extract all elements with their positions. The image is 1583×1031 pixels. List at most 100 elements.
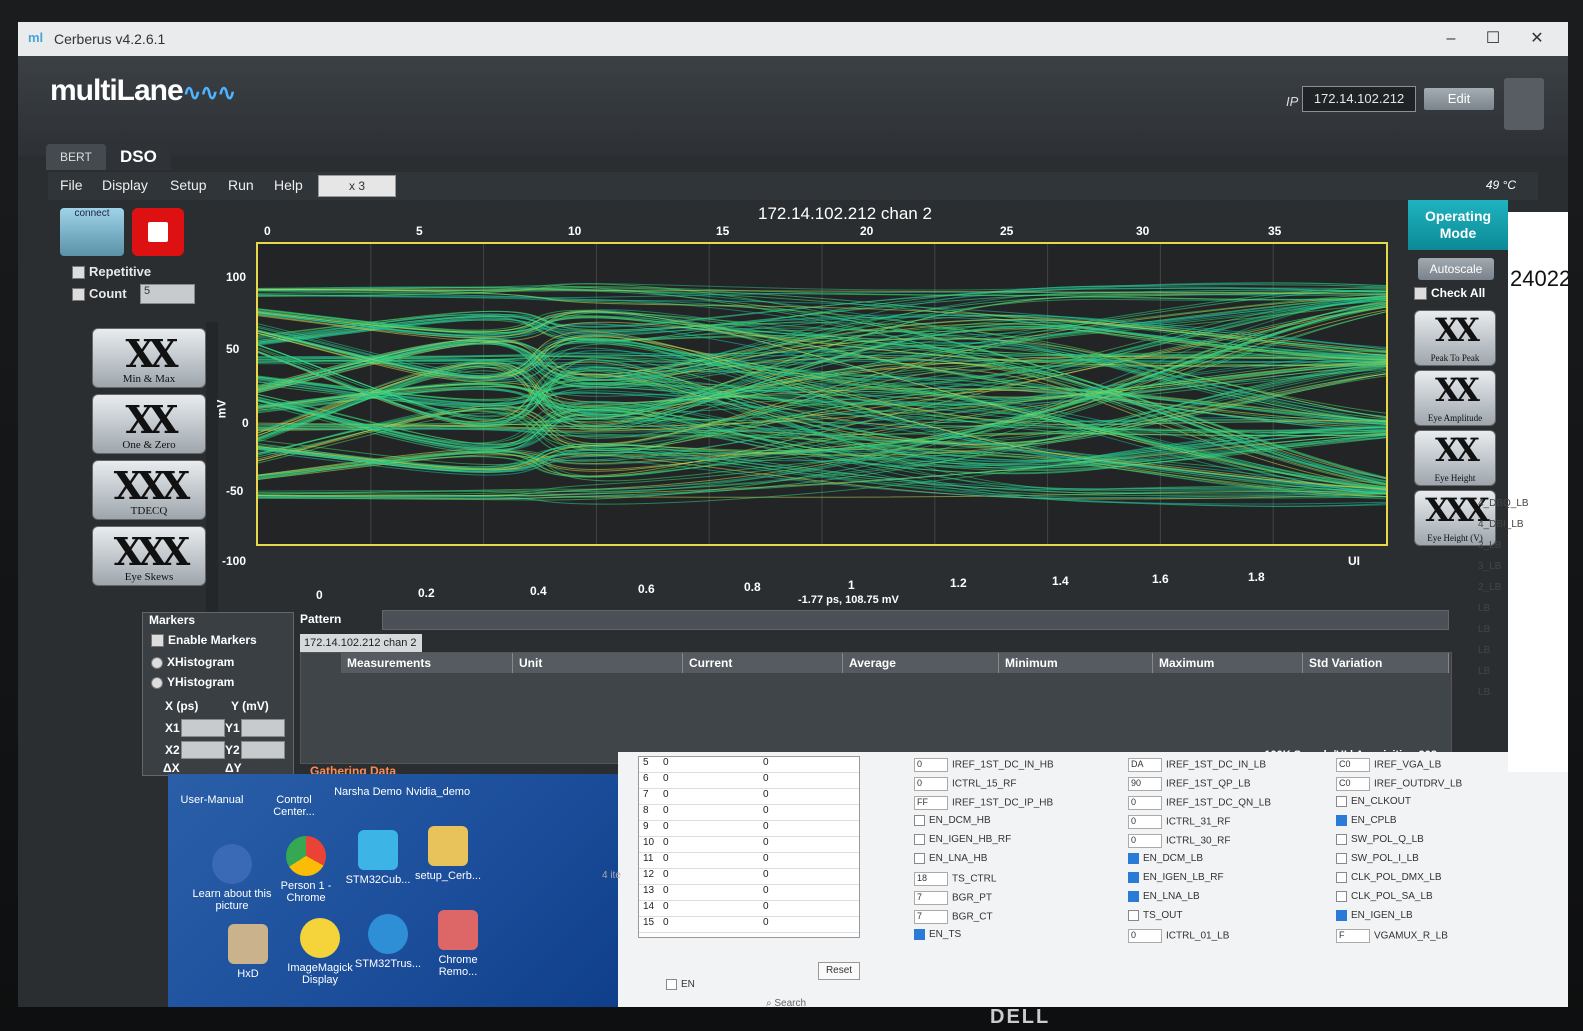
register-spinbox[interactable]: C0: [1336, 758, 1370, 772]
register-field[interactable]: TS_OUT: [1128, 910, 1182, 921]
register-field[interactable]: 0 ICTRL_30_RF: [1128, 834, 1230, 848]
register-field[interactable]: EN_IGEN_HB_RF: [914, 834, 1011, 845]
edit-button[interactable]: Edit: [1424, 88, 1494, 110]
desktop-icon-narsha-demo[interactable]: Narsha Demo: [328, 786, 408, 798]
register-field[interactable]: EN_LNA_HB: [914, 853, 987, 864]
check-all-checkbox[interactable]: Check All: [1414, 286, 1485, 301]
register-field[interactable]: FF IREF_1ST_DC_IP_HB: [914, 796, 1053, 810]
table-row[interactable]: 10 0 0: [639, 837, 859, 853]
checkbox-icon[interactable]: [1336, 815, 1347, 826]
table-row[interactable]: 14 0 0: [639, 901, 859, 917]
register-field[interactable]: EN_CPLB: [1336, 815, 1397, 826]
connect-button[interactable]: connect: [60, 208, 124, 256]
operating-mode-button[interactable]: Operating Mode: [1408, 200, 1508, 250]
register-field[interactable]: 7 BGR_PT: [914, 891, 992, 905]
register-field[interactable]: EN_LNA_LB: [1128, 891, 1200, 902]
plot-area[interactable]: [256, 242, 1388, 546]
register-field[interactable]: 0 IREF_1ST_DC_IN_HB: [914, 758, 1054, 772]
checkbox-icon[interactable]: [914, 853, 925, 864]
checkbox-icon[interactable]: [1336, 910, 1347, 921]
register-spinbox[interactable]: 0: [1128, 815, 1162, 829]
x-histogram-radio[interactable]: XHistogram: [151, 655, 234, 669]
tab-dso[interactable]: DSO: [106, 144, 171, 170]
close-button[interactable]: ✕: [1522, 28, 1552, 50]
tdecq-button[interactable]: XXX TDECQ: [92, 460, 206, 520]
table-row[interactable]: 12 0 0: [639, 869, 859, 885]
desktop-icon-user-manual[interactable]: User-Manual: [172, 794, 252, 806]
checkbox-icon[interactable]: [1336, 891, 1347, 902]
register-spinbox[interactable]: FF: [914, 796, 948, 810]
count-checkbox[interactable]: Count: [72, 286, 127, 302]
x1-input[interactable]: [181, 719, 225, 737]
register-field[interactable]: C0 IREF_OUTDRV_LB: [1336, 777, 1462, 791]
checkbox-icon[interactable]: [1128, 910, 1139, 921]
taskbar-search[interactable]: ⌕ Search: [766, 998, 806, 1007]
register-field[interactable]: CLK_POL_DMX_LB: [1336, 872, 1442, 883]
maximize-button[interactable]: ☐: [1478, 28, 1508, 50]
register-field[interactable]: 0 ICTRL_15_RF: [914, 777, 1016, 791]
checkbox-icon[interactable]: [1336, 834, 1347, 845]
desktop-icon-learn-picture[interactable]: Learn about this picture: [192, 844, 272, 912]
autoscale-button[interactable]: Autoscale: [1418, 258, 1494, 280]
register-field[interactable]: EN_DCM_HB: [914, 815, 991, 826]
register-field[interactable]: 0 ICTRL_01_LB: [1128, 929, 1229, 943]
register-spinbox[interactable]: 7: [914, 910, 948, 924]
x2-input[interactable]: [181, 741, 225, 759]
register-field[interactable]: EN_TS: [914, 929, 961, 940]
checkbox-icon[interactable]: [1336, 872, 1347, 883]
eye-skews-button[interactable]: XXX Eye Skews: [92, 526, 206, 586]
table-row[interactable]: 6 0 0: [639, 773, 859, 789]
ip-input[interactable]: 172.14.102.212: [1302, 86, 1416, 112]
register-spinbox[interactable]: F: [1336, 929, 1370, 943]
register-field[interactable]: EN_CLKOUT: [1336, 796, 1411, 807]
table-row[interactable]: 5 0 0: [639, 757, 859, 773]
checkbox-icon[interactable]: [1336, 853, 1347, 864]
register-spinbox[interactable]: 0: [914, 777, 948, 791]
register-spinbox[interactable]: 0: [1128, 929, 1162, 943]
register-spinbox[interactable]: 18: [914, 872, 948, 886]
desktop-icon-chrome-remote[interactable]: Chrome Remo...: [418, 910, 498, 978]
save-icon[interactable]: [1504, 78, 1544, 130]
register-spinbox[interactable]: 90: [1128, 777, 1162, 791]
register-spinbox[interactable]: C0: [1336, 777, 1370, 791]
menu-file[interactable]: File: [60, 177, 83, 193]
checkbox-icon[interactable]: [914, 815, 925, 826]
y-histogram-radio[interactable]: YHistogram: [151, 675, 234, 689]
register-field[interactable]: EN_DCM_LB: [1128, 853, 1203, 864]
register-field[interactable]: C0 IREF_VGA_LB: [1336, 758, 1441, 772]
desktop-icon-stm32trust[interactable]: STM32Trus...: [348, 914, 428, 970]
desktop-icon-hxd[interactable]: HxD: [208, 924, 288, 980]
register-field[interactable]: 18 TS_CTRL: [914, 872, 996, 886]
register-spinbox[interactable]: 7: [914, 891, 948, 905]
register-spinbox[interactable]: 0: [1128, 834, 1162, 848]
checkbox-icon[interactable]: [1128, 853, 1139, 864]
register-field[interactable]: 7 BGR_CT: [914, 910, 993, 924]
enable-markers-checkbox[interactable]: Enable Markers: [151, 633, 257, 648]
one-zero-button[interactable]: XX One & Zero: [92, 394, 206, 454]
eye-amplitude-button[interactable]: XX Eye Amplitude: [1414, 370, 1496, 426]
desktop-icon-chrome[interactable]: Person 1 - Chrome: [266, 836, 346, 904]
count-input[interactable]: 5: [140, 284, 195, 304]
tab-bert[interactable]: BERT: [46, 144, 106, 170]
zoom-selector[interactable]: x 3: [318, 175, 396, 197]
en-checkbox[interactable]: EN: [666, 979, 695, 990]
pattern-field[interactable]: [382, 610, 1449, 630]
table-row[interactable]: 15 0 0: [639, 917, 859, 933]
register-spinbox[interactable]: 0: [914, 758, 948, 772]
checkbox-icon[interactable]: [1128, 891, 1139, 902]
desktop-icon-stm32cube[interactable]: STM32Cub...: [338, 830, 418, 886]
table-row[interactable]: 11 0 0: [639, 853, 859, 869]
menu-setup[interactable]: Setup: [170, 177, 207, 193]
register-field[interactable]: CLK_POL_SA_LB: [1336, 891, 1433, 902]
stop-button[interactable]: [132, 208, 184, 256]
channel-tab[interactable]: 172.14.102.212 chan 2: [300, 634, 422, 652]
register-field[interactable]: 90 IREF_1ST_QP_LB: [1128, 777, 1250, 791]
checkbox-icon[interactable]: [1128, 872, 1139, 883]
register-field[interactable]: 0 ICTRL_31_RF: [1128, 815, 1230, 829]
checkbox-icon[interactable]: [1336, 796, 1347, 807]
checkbox-icon[interactable]: [914, 929, 925, 940]
register-field[interactable]: SW_POL_I_LB: [1336, 853, 1419, 864]
y2-input[interactable]: [241, 741, 285, 759]
register-field[interactable]: EN_IGEN_LB: [1336, 910, 1413, 921]
register-spinbox[interactable]: DA: [1128, 758, 1162, 772]
